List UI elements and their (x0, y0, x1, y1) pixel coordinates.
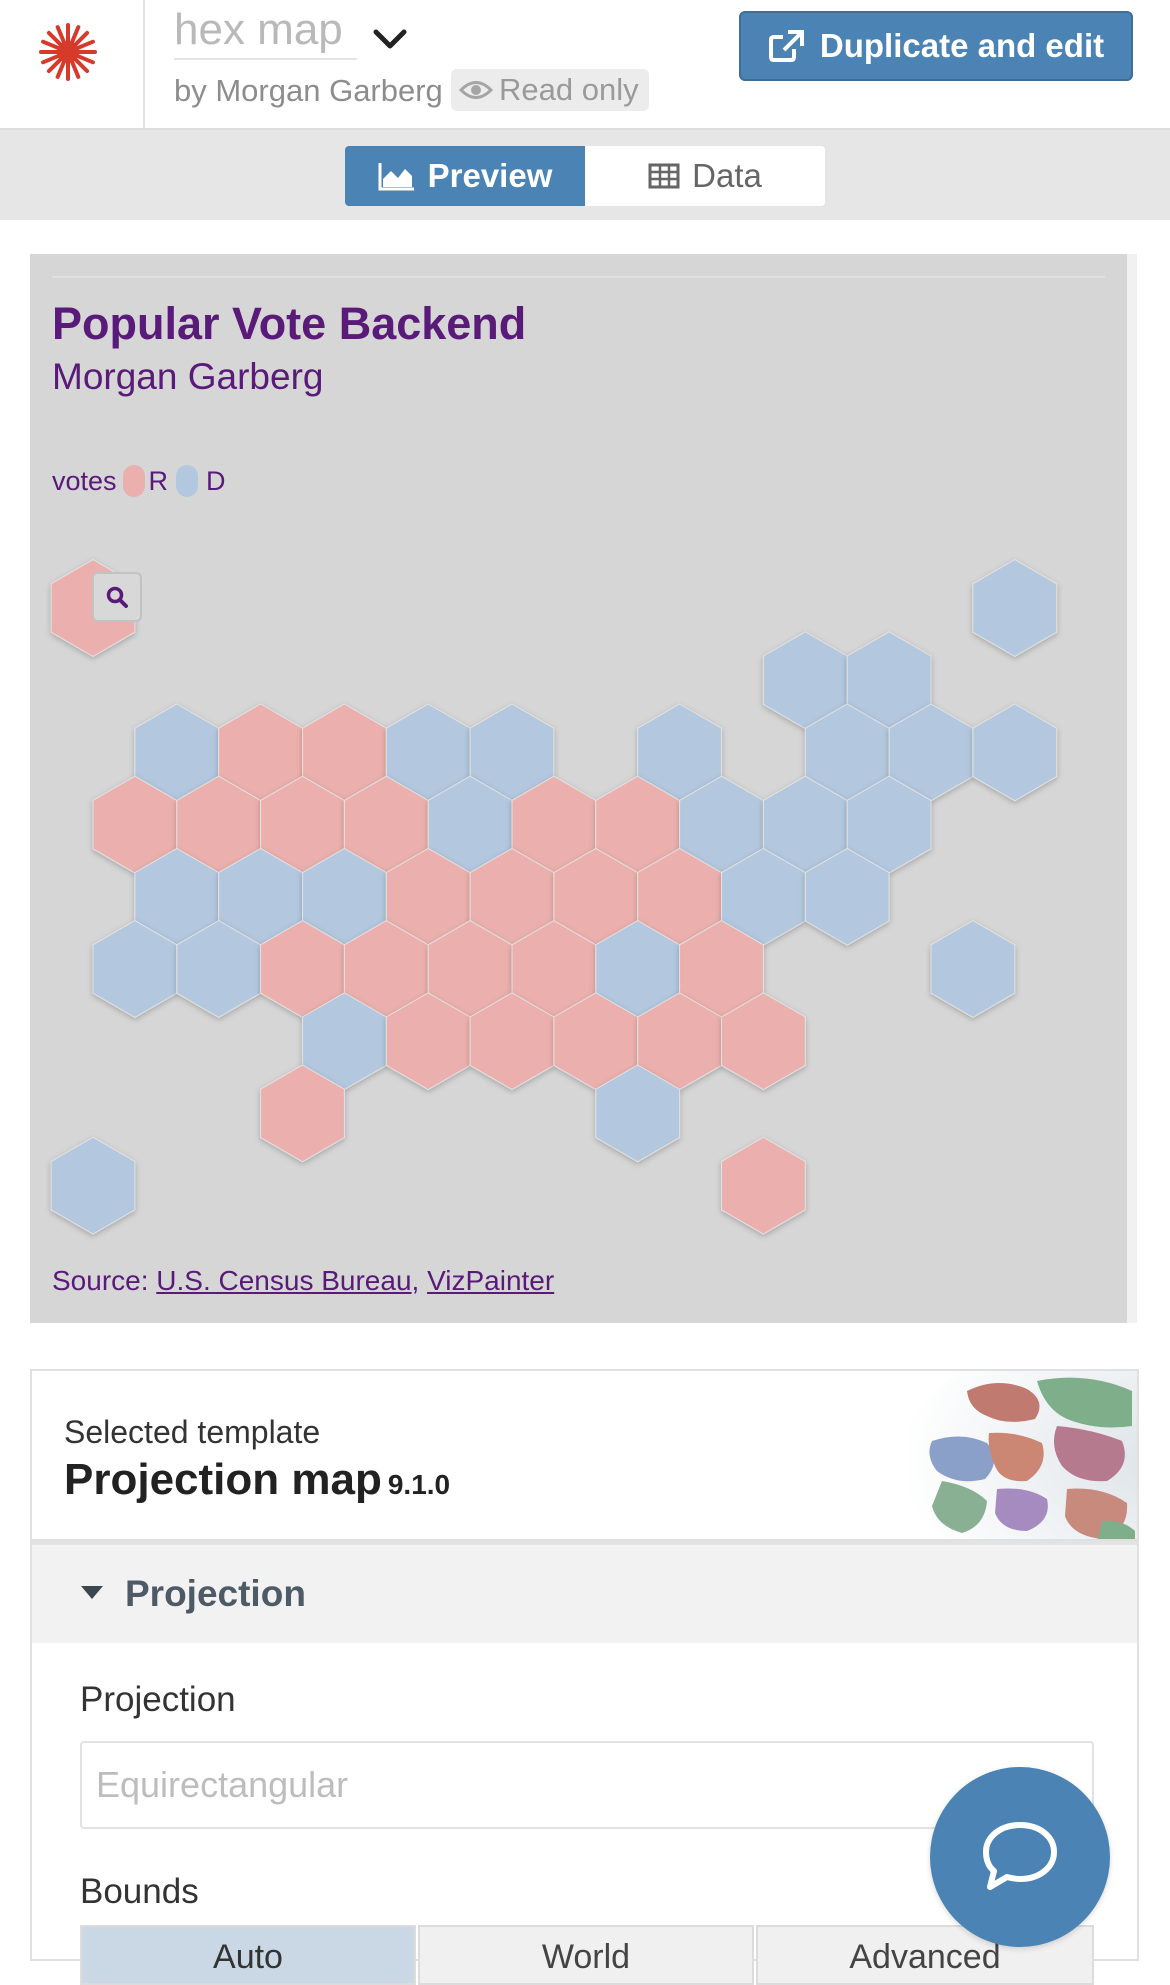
bounds-option-auto[interactable]: Auto (80, 1925, 416, 1985)
logo-cell[interactable] (0, 0, 145, 128)
zoom-button[interactable] (92, 572, 142, 622)
visualization-preview: Popular Vote Backend Morgan Garberg vote… (30, 254, 1137, 1323)
template-label: Selected template (64, 1414, 321, 1450)
external-link-icon (768, 30, 804, 62)
state-hex-d[interactable] (972, 559, 1058, 657)
template-name: Projection map 9.1.0 (64, 1453, 450, 1512)
duplicate-label: Duplicate and edit (819, 27, 1105, 64)
projection-section-header[interactable]: Projection (32, 1541, 1137, 1643)
read-only-label: Read only (499, 72, 639, 107)
state-hex-d[interactable] (50, 1136, 136, 1235)
table-icon (648, 163, 680, 189)
selected-template-card[interactable]: Selected template Projection map 9.1.0 (30, 1369, 1139, 1541)
tab-data[interactable]: Data (585, 146, 825, 206)
hex-map[interactable] (30, 254, 1127, 1323)
tab-data-label: Data (692, 157, 762, 194)
tab-preview-label: Preview (427, 157, 553, 194)
chevron-down-icon[interactable] (370, 20, 410, 60)
search-icon (106, 586, 128, 608)
eye-icon (459, 81, 493, 99)
source-link-census[interactable]: U.S. Census Bureau (156, 1265, 411, 1296)
projection-field-label: Projection (80, 1680, 236, 1719)
source-prefix: Source: (52, 1265, 149, 1296)
state-hex-d[interactable] (972, 703, 1058, 802)
template-name-text: Projection map (64, 1455, 382, 1504)
template-version: 9.1.0 (387, 1469, 451, 1500)
state-hex-r[interactable] (721, 1136, 806, 1235)
bounds-field-label: Bounds (80, 1872, 199, 1911)
section-title: Projection (125, 1573, 306, 1614)
caret-down-icon (81, 1586, 103, 1599)
author-byline: by Morgan Garberg (174, 73, 443, 108)
source-separator: , (411, 1265, 420, 1296)
area-chart-icon (378, 163, 414, 191)
duplicate-and-edit-button[interactable]: Duplicate and edit (739, 11, 1133, 81)
chat-button[interactable] (930, 1767, 1110, 1947)
view-tab-bar: Preview Data (0, 130, 1170, 220)
top-bar: hex map by Morgan Garberg Read only Dupl… (0, 0, 1170, 130)
bounds-option-world[interactable]: World (418, 1925, 754, 1985)
source-line: Source: U.S. Census Bureau, VizPainter (52, 1264, 554, 1298)
state-hex-d[interactable] (930, 920, 1016, 1018)
world-map-thumbnail (907, 1371, 1137, 1539)
visualization-name[interactable]: hex map (174, 2, 357, 60)
chat-icon (983, 1822, 1057, 1890)
source-link-vizpainter[interactable]: VizPainter (427, 1265, 554, 1296)
flourish-logo-icon[interactable] (38, 22, 98, 82)
read-only-badge: Read only (451, 69, 649, 111)
tab-preview[interactable]: Preview (345, 146, 585, 206)
